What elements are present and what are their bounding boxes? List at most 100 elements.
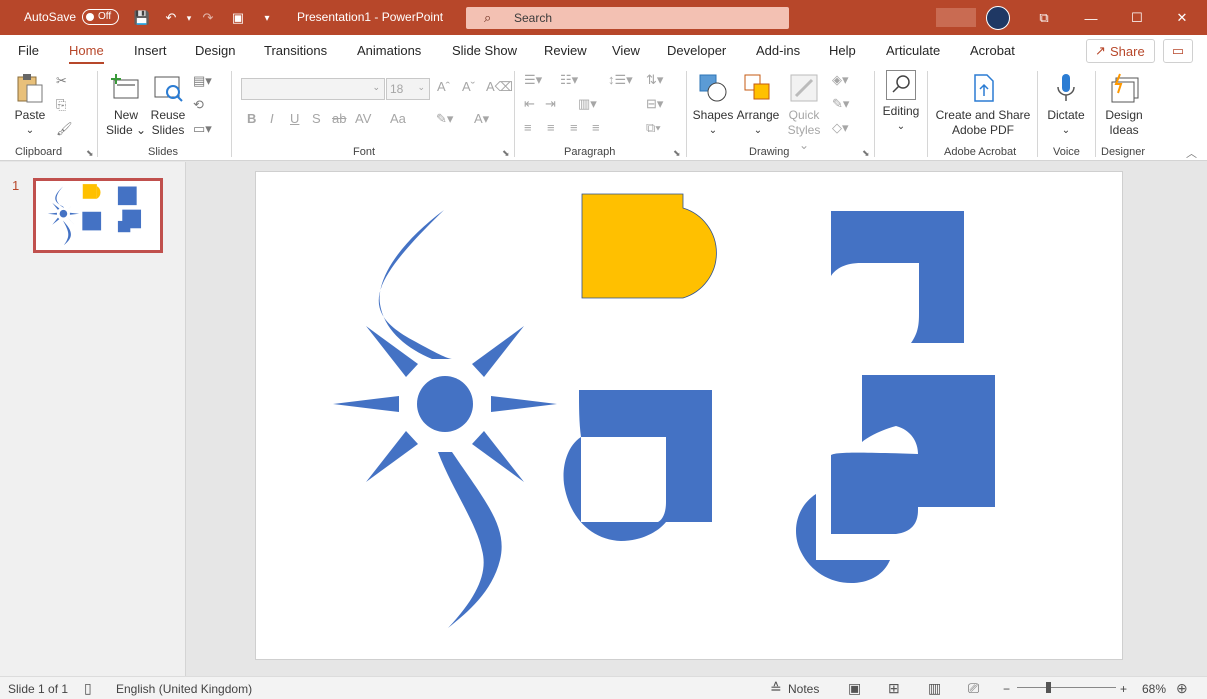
zoom-slider-thumb[interactable] xyxy=(1046,682,1051,693)
tab-insert[interactable]: Insert xyxy=(134,43,167,58)
strikethrough-icon[interactable]: ab xyxy=(332,111,346,126)
accessibility-icon[interactable]: ▯ xyxy=(84,680,92,697)
reset-icon[interactable]: ⟲ xyxy=(193,97,204,113)
highlight-icon[interactable]: ✎▾ xyxy=(436,111,453,127)
decrease-indent-icon[interactable]: ⇤ xyxy=(524,96,535,112)
tab-home[interactable]: Home xyxy=(69,43,104,64)
character-spacing-icon[interactable]: AV xyxy=(355,111,371,126)
close-icon[interactable]: ✕ xyxy=(1173,9,1191,27)
align-center-icon[interactable]: ≡ xyxy=(547,120,555,135)
comments-button[interactable]: ▭ xyxy=(1163,39,1193,63)
undo-dropdown-icon[interactable]: ▾ xyxy=(180,9,198,27)
ribbon-display-options-icon[interactable]: ⧉ xyxy=(1035,9,1053,27)
columns-icon[interactable]: ▥▾ xyxy=(578,96,597,112)
blue-overlap-shape[interactable] xyxy=(796,375,995,584)
create-share-pdf-button[interactable]: Create and Share Adobe PDF xyxy=(934,72,1032,138)
tab-design[interactable]: Design xyxy=(195,43,235,58)
quick-styles-button[interactable]: Quick Styles ⌄ xyxy=(782,72,826,153)
tab-view[interactable]: View xyxy=(612,43,640,58)
arrange-button[interactable]: Arrange ⌄ xyxy=(736,72,780,138)
shape-outline-icon[interactable]: ✎▾ xyxy=(832,96,849,112)
customize-qat-icon[interactable]: ▾ xyxy=(258,9,276,27)
design-ideas-button[interactable]: Design Ideas xyxy=(1102,72,1146,138)
text-shadow-icon[interactable]: S xyxy=(312,111,321,126)
autosave-toggle[interactable]: Off xyxy=(82,9,119,25)
bullets-icon[interactable]: ☰▾ xyxy=(524,72,542,88)
redo-icon[interactable]: ↷ xyxy=(199,9,217,27)
minimize-icon[interactable]: — xyxy=(1082,9,1100,27)
share-button[interactable]: ↗ Share xyxy=(1086,39,1155,63)
numbering-icon[interactable]: ☷▾ xyxy=(560,72,578,88)
collapse-ribbon-icon[interactable]: ︿ xyxy=(1186,145,1197,161)
tab-developer[interactable]: Developer xyxy=(667,43,726,58)
font-family-select[interactable]: ⌄ xyxy=(241,78,385,100)
copy-icon[interactable]: ⎘ xyxy=(56,97,66,113)
editing-button[interactable]: Editing ⌄ xyxy=(880,70,922,134)
clipboard-launcher-icon[interactable]: ⬊ xyxy=(86,148,94,159)
align-left-icon[interactable]: ≡ xyxy=(524,120,532,135)
font-color-icon[interactable]: A▾ xyxy=(474,111,489,127)
dictate-button[interactable]: Dictate ⌄ xyxy=(1043,72,1089,138)
align-text-icon[interactable]: ⊟▾ xyxy=(646,96,663,112)
tab-animations[interactable]: Animations xyxy=(357,43,421,58)
format-painter-icon[interactable]: 🖌 xyxy=(56,121,73,137)
maximize-icon[interactable]: ☐ xyxy=(1128,9,1146,27)
font-launcher-icon[interactable]: ⬊ xyxy=(502,148,510,159)
slide-thumbnail[interactable] xyxy=(33,178,163,253)
paragraph-launcher-icon[interactable]: ⬊ xyxy=(673,148,681,159)
change-case-icon[interactable]: Aa xyxy=(390,111,406,126)
italic-icon[interactable]: I xyxy=(270,111,274,126)
justify-icon[interactable]: ≡ xyxy=(592,120,600,135)
bold-icon[interactable]: B xyxy=(247,111,256,126)
tab-review[interactable]: Review xyxy=(544,43,587,58)
sun-wave-shape[interactable] xyxy=(333,210,557,628)
tab-add-ins[interactable]: Add-ins xyxy=(756,43,800,58)
increase-indent-icon[interactable]: ⇥ xyxy=(545,96,556,112)
shape-fill-icon[interactable]: ◈▾ xyxy=(832,72,849,88)
slide-sorter-icon[interactable]: ⊞ xyxy=(888,680,900,697)
shape-effects-icon[interactable]: ◇▾ xyxy=(832,120,849,136)
tab-acrobat[interactable]: Acrobat xyxy=(970,43,1015,58)
save-icon[interactable]: 💾 xyxy=(133,9,151,27)
slide-show-icon[interactable]: ⎚ xyxy=(968,680,979,697)
yellow-d-shape[interactable] xyxy=(581,193,717,299)
underline-icon[interactable]: U xyxy=(290,111,299,126)
zoom-slider[interactable] xyxy=(1017,687,1116,688)
search-box[interactable]: ⌕ Search xyxy=(466,7,789,29)
align-right-icon[interactable]: ≡ xyxy=(570,120,578,135)
undo-icon[interactable]: ↶ xyxy=(162,9,180,27)
paste-button[interactable]: Paste ⌄ xyxy=(10,72,50,138)
line-spacing-icon[interactable]: ↕☰▾ xyxy=(608,72,633,88)
tab-file[interactable]: File xyxy=(18,43,39,58)
notes-button[interactable]: Notes xyxy=(788,682,819,696)
language[interactable]: English (United Kingdom) xyxy=(116,682,252,696)
font-size-select[interactable]: 18 ⌄ xyxy=(386,78,430,100)
zoom-in-button[interactable]: + xyxy=(1120,682,1127,696)
drawing-launcher-icon[interactable]: ⬊ xyxy=(862,148,870,159)
blue-corner-shape-top[interactable] xyxy=(831,211,964,343)
smartart-icon[interactable]: ⧉▾ xyxy=(646,120,661,136)
section-icon[interactable]: ▭▾ xyxy=(193,121,212,137)
fit-slide-icon[interactable]: ⊕ xyxy=(1176,680,1188,697)
reuse-slides-button[interactable]: Reuse Slides xyxy=(150,72,186,138)
zoom-out-button[interactable]: − xyxy=(1003,682,1010,696)
slide-canvas[interactable] xyxy=(255,171,1123,660)
text-direction-icon[interactable]: ⇅▾ xyxy=(646,72,663,88)
shapes-button[interactable]: Shapes ⌄ xyxy=(692,72,734,138)
tab-transitions[interactable]: Transitions xyxy=(264,43,327,58)
new-slide-button[interactable]: New Slide ⌄ xyxy=(104,72,148,138)
tab-articulate[interactable]: Articulate xyxy=(886,43,940,58)
increase-font-icon[interactable]: Aˆ xyxy=(437,79,450,94)
start-presentation-icon[interactable]: ▣ xyxy=(229,9,247,27)
tab-slide-show[interactable]: Slide Show xyxy=(452,43,517,58)
tab-help[interactable]: Help xyxy=(829,43,856,58)
cut-icon[interactable]: ✂ xyxy=(56,73,67,89)
notes-icon[interactable]: ≙ xyxy=(770,680,782,697)
clear-formatting-icon[interactable]: A⌫ xyxy=(486,79,513,95)
normal-view-icon[interactable]: ▣ xyxy=(848,680,861,697)
reading-view-icon[interactable]: ▥ xyxy=(928,680,941,697)
avatar[interactable] xyxy=(986,6,1010,30)
user-name-block[interactable] xyxy=(936,8,976,27)
layout-icon[interactable]: ▤▾ xyxy=(193,73,212,89)
zoom-level[interactable]: 68% xyxy=(1142,682,1166,696)
